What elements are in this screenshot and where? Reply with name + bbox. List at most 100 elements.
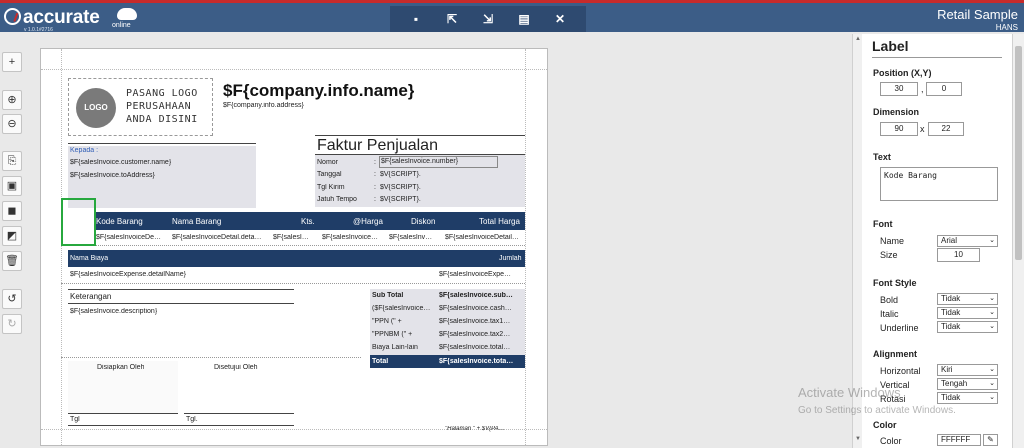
italic-select[interactable]: Tidak ⌄ (937, 307, 998, 319)
customer-name-field[interactable]: $F{salesInvoice.customer.name} (70, 159, 171, 166)
expense-name-field[interactable]: $F{salesInvoiceExpense.detailName} (70, 271, 186, 278)
import-icon[interactable]: ⇲ (477, 12, 499, 26)
summary-label[interactable]: "PPNBM (" + (372, 331, 412, 338)
summary-value[interactable]: $F{salesInvoice.tax1… (439, 318, 510, 325)
expense-header-band[interactable] (68, 250, 525, 267)
header-kts[interactable]: Kts. (301, 217, 315, 226)
chevron-down-icon: ⌄ (989, 309, 995, 316)
paste-icon[interactable]: ▣ (2, 176, 22, 196)
meta-label-nomor[interactable]: Nomor (317, 159, 338, 166)
detail-total-field[interactable]: $F{salesInvoiceDetail… (445, 234, 519, 241)
summary-label[interactable]: "PPN (" + (372, 318, 402, 325)
summary-label[interactable]: ($F{salesInvoice… (372, 305, 430, 312)
horizontal-label: Horizontal (880, 366, 921, 376)
bold-select[interactable]: Tidak ⌄ (937, 293, 998, 305)
detail-kode-field[interactable]: $F{salesInvoiceDe… (96, 234, 161, 241)
summary-label[interactable]: Sub Total (372, 292, 403, 299)
windows-activation-watermark: Activate Windows Go to Settings to activ… (798, 385, 956, 416)
detail-nama-field[interactable]: $F{salesInvoiceDetail.deta… (172, 234, 262, 241)
undo-icon[interactable]: ↺ (2, 289, 22, 309)
total-label[interactable]: Total (372, 358, 388, 365)
font-name-select[interactable]: Arial ⌄ (937, 235, 998, 247)
meta-label-tanggal[interactable]: Tanggal (317, 171, 342, 178)
detail-kts-field[interactable]: $F{salesI… (273, 234, 309, 241)
prepared-by-label[interactable]: Disiapkan Oleh (97, 364, 144, 371)
dimension-height-input[interactable]: 22 (928, 122, 964, 136)
summary-value[interactable]: $F{salesInvoice.sub… (439, 292, 513, 299)
italic-label: Italic (880, 309, 899, 319)
header-jumlah[interactable]: Jumlah (499, 255, 522, 262)
summary-value[interactable]: $F{salesInvoice.total… (439, 344, 510, 351)
header-nama-barang[interactable]: Nama Barang (172, 217, 221, 226)
header-total-harga[interactable]: Total Harga (479, 217, 520, 226)
header-nama-biaya[interactable]: Nama Biaya (70, 255, 108, 262)
page-scrollbar[interactable] (1012, 34, 1024, 448)
redo-icon[interactable]: ↻ (2, 314, 22, 334)
detail-diskon-field[interactable]: $F{salesInv… (389, 234, 432, 241)
chevron-down-icon: ⌄ (989, 380, 995, 387)
tgl-kirim-field[interactable]: $V{SCRIPT}. (380, 184, 421, 191)
bring-front-icon[interactable]: ◼ (2, 201, 22, 221)
copy-icon[interactable]: ⎘ (2, 151, 22, 171)
divider (68, 303, 294, 304)
tgl-right-label[interactable]: Tgl. (186, 416, 198, 423)
detail-harga-field[interactable]: $F{salesInvoice… (322, 234, 378, 241)
position-x-input[interactable]: 30 (880, 82, 918, 96)
meta-label-tgl-kirim[interactable]: Tgl Kirim (317, 184, 345, 191)
color-input[interactable]: FFFFFF (937, 434, 981, 446)
font-size-input[interactable]: 10 (937, 248, 980, 262)
kepada-label[interactable]: Kepada : (70, 147, 98, 154)
company-switcher[interactable]: Retail Sample HANS (937, 8, 1018, 34)
dimension-width-input[interactable]: 90 (880, 122, 918, 136)
invoice-number-field[interactable]: $F{salesInvoice.number} (379, 156, 498, 168)
header-harga[interactable]: @Harga (353, 217, 383, 226)
brand-name: accurate (23, 7, 100, 28)
label-text-input[interactable]: Kode Barang (880, 167, 998, 201)
page-footer-field[interactable]: "Halaman " + $V{PA… (445, 426, 505, 432)
zoom-in-icon[interactable]: ⊕ (2, 90, 22, 110)
summary-value[interactable]: $F{salesInvoice.cash… (439, 305, 512, 312)
total-value[interactable]: $F{salesInvoice.tota… (439, 358, 513, 365)
approved-by-label[interactable]: Disetujui Oleh (214, 364, 258, 371)
header-kode-barang[interactable]: Kode Barang (96, 217, 143, 226)
logo-placeholder[interactable]: LOGO PASANG LOGO PERUSAHAAN ANDA DISINI (68, 78, 213, 136)
description-field[interactable]: $F{salesInvoice.description} (70, 308, 157, 315)
save-icon[interactable]: ▪ (405, 12, 427, 26)
scrollbar-thumb[interactable] (1015, 46, 1022, 260)
horizontal-align-select[interactable]: Kiri ⌄ (937, 364, 998, 376)
position-y-input[interactable]: 0 (926, 82, 962, 96)
to-address-field[interactable]: $F{salesInvoice.toAddress} (70, 172, 155, 179)
company-address-field[interactable]: $F{company.info.address} (223, 102, 304, 109)
company-name-field[interactable]: $F{company.info.name} (223, 81, 414, 101)
doc-title-label[interactable]: Faktur Penjualan (317, 137, 438, 155)
send-back-icon[interactable]: ◩ (2, 226, 22, 246)
designer-toolbar: ▪ ⇱ ⇲ ▤ ✕ (390, 6, 586, 32)
add-icon[interactable]: + (2, 52, 22, 72)
export-icon[interactable]: ⇱ (441, 12, 463, 26)
close-icon[interactable]: ✕ (549, 12, 571, 26)
tanggal-field[interactable]: $V{SCRIPT}. (380, 171, 421, 178)
text-section-label: Text (873, 152, 891, 162)
tgl-left-label[interactable]: Tgl (70, 416, 80, 423)
font-section-label: Font (873, 219, 893, 229)
color-label: Color (880, 436, 902, 446)
selected-element-outline[interactable] (61, 198, 96, 246)
header-diskon[interactable]: Diskon (411, 217, 435, 226)
scroll-up-icon[interactable]: ▲ (854, 36, 862, 44)
scroll-down-icon[interactable]: ▼ (854, 436, 862, 444)
expense-amount-field[interactable]: $F{salesInvoiceExpe… (439, 271, 511, 278)
chevron-down-icon: ⌄ (989, 237, 995, 244)
underline-select[interactable]: Tidak ⌄ (937, 321, 998, 333)
underline-label: Underline (880, 323, 919, 333)
zoom-out-icon[interactable]: ⊖ (2, 114, 22, 134)
summary-label[interactable]: Biaya Lain-lain (372, 344, 418, 351)
keterangan-label[interactable]: Keterangan (70, 292, 111, 301)
jatuh-tempo-field[interactable]: $V{SCRIPT}. (380, 196, 421, 203)
meta-label-jatuh-tempo[interactable]: Jatuh Tempo (317, 196, 357, 203)
summary-value[interactable]: $F{salesInvoice.tax2… (439, 331, 510, 338)
delete-icon[interactable]: 🗑 (2, 251, 22, 271)
app-logo[interactable]: accurate online v 1.0.1#2716 (4, 7, 137, 33)
preview-icon[interactable]: ▤ (513, 12, 535, 26)
report-canvas[interactable]: LOGO PASANG LOGO PERUSAHAAN ANDA DISINI … (40, 48, 548, 446)
color-picker-icon[interactable]: ✎ (983, 434, 998, 446)
